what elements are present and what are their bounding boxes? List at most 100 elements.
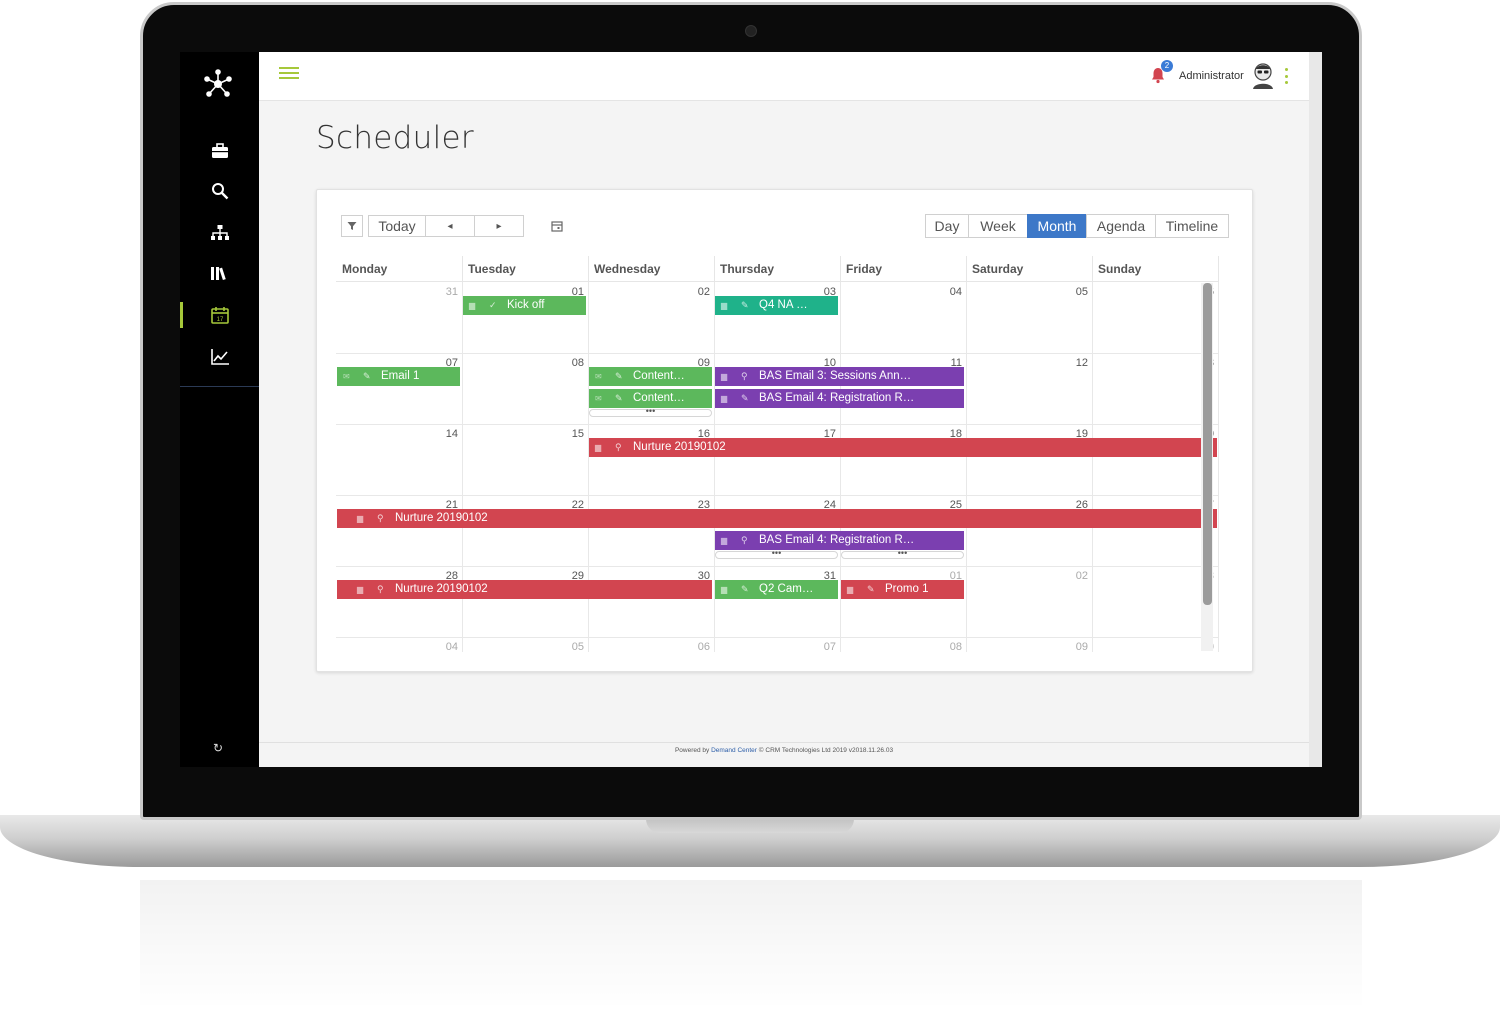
scheduler-card: Today ◂ ▸ Day Week Month Agenda Timeline…	[316, 189, 1253, 672]
day-cell[interactable]: 28	[336, 566, 463, 638]
day-number: 02	[697, 286, 710, 298]
today-button[interactable]: Today	[368, 215, 426, 237]
event-title: Q2 Cam…	[759, 583, 814, 595]
filter-button[interactable]	[341, 215, 363, 237]
sidebar-item-reports[interactable]	[180, 342, 259, 372]
day-cell[interactable]: 15	[462, 424, 589, 496]
event-bas-email-4[interactable]: ▆ ⚲ BAS Email 4: Registration R…	[715, 531, 964, 550]
hamburger-menu-icon[interactable]	[279, 67, 299, 81]
sidebar-item-hierarchy[interactable]	[180, 218, 259, 248]
day-number: 05	[1075, 286, 1088, 298]
day-cell[interactable]: 04	[840, 282, 967, 354]
event-nurture[interactable]: ▆ ⚲ Nurture 20190102	[337, 580, 712, 599]
day-cell[interactable]: 20	[1092, 424, 1219, 496]
event-nurture[interactable]: ▆ ⚲ Nurture 20190102	[589, 438, 1217, 457]
prev-button[interactable]: ◂	[425, 215, 475, 237]
event-nurture[interactable]: ▆ ⚲ Nurture 20190102	[337, 509, 1217, 528]
sidebar-item-campaigns[interactable]	[180, 136, 259, 166]
day-cell[interactable]: 31	[714, 566, 841, 638]
app-screen: 17 ↻ 2 Administrator Scheduler Today ◂ ▸…	[180, 52, 1322, 767]
page-scrollbar[interactable]	[1309, 52, 1322, 767]
day-cell[interactable]: 07	[714, 637, 841, 652]
day-number: 05	[571, 641, 584, 652]
day-cell[interactable]: 16	[588, 424, 715, 496]
user-name[interactable]: Administrator	[1179, 70, 1244, 82]
weekday-header: Saturday	[966, 256, 1093, 282]
day-cell[interactable]: 22	[462, 495, 589, 567]
day-cell[interactable]: 13	[1092, 353, 1219, 425]
day-cell[interactable]: 27	[1092, 495, 1219, 567]
day-number: 06	[697, 641, 710, 652]
refresh-icon[interactable]: ↻	[208, 738, 228, 758]
next-button[interactable]: ▸	[474, 215, 524, 237]
weekday-header: Friday	[840, 256, 967, 282]
network-logo-icon[interactable]	[202, 68, 234, 100]
day-cell[interactable]: 12	[966, 353, 1093, 425]
sidebar-item-library[interactable]	[180, 258, 259, 288]
event-promo-1[interactable]: ▆ ✎ Promo 1	[841, 580, 964, 599]
calendar-scrollbar[interactable]	[1201, 283, 1213, 651]
event-kick-off[interactable]: ▆ ✓ Kick off	[463, 296, 586, 315]
event-title: Promo 1	[885, 583, 929, 595]
day-cell[interactable]: 08	[462, 353, 589, 425]
day-cell[interactable]: 23	[588, 495, 715, 567]
day-cell[interactable]: 29	[462, 566, 589, 638]
sidebar-item-scheduler[interactable]: 17	[180, 300, 259, 330]
day-cell[interactable]: 17	[714, 424, 841, 496]
sidebar-item-search[interactable]	[180, 176, 259, 206]
day-cell[interactable]: 02	[588, 282, 715, 354]
event-q4-na[interactable]: ▆ ✎ Q4 NA …	[715, 296, 838, 315]
more-events-button[interactable]: •••	[841, 549, 964, 559]
day-cell[interactable]: 02	[966, 566, 1093, 638]
day-cell[interactable]: 06	[588, 637, 715, 652]
day-cell[interactable]: 31	[336, 282, 463, 354]
day-number: 12	[1075, 357, 1088, 369]
more-events-button[interactable]: •••	[715, 549, 838, 559]
day-cell[interactable]: 26	[966, 495, 1093, 567]
day-cell[interactable]: 03	[1092, 566, 1219, 638]
event-title: BAS Email 3: Sessions Ann…	[759, 370, 912, 382]
more-options-icon[interactable]	[1285, 68, 1289, 84]
event-q2-campaign[interactable]: ▆ ✎ Q2 Cam…	[715, 580, 838, 599]
view-day-button[interactable]: Day	[925, 214, 969, 238]
event-email-1[interactable]: ✉ ✎ Email 1	[337, 367, 460, 386]
event-bas-email-3[interactable]: ▆ ⚲ BAS Email 3: Sessions Ann…	[715, 367, 964, 386]
scrollbar-thumb[interactable]	[1203, 283, 1212, 605]
day-cell[interactable]: 14	[336, 424, 463, 496]
day-cell[interactable]: 05	[966, 282, 1093, 354]
event-title: Nurture 20190102	[395, 512, 488, 524]
day-number: 08	[949, 641, 962, 652]
day-cell[interactable]: 01	[840, 566, 967, 638]
day-cell[interactable]: 03	[714, 282, 841, 354]
view-week-button[interactable]: Week	[968, 214, 1028, 238]
page-title: Scheduler	[316, 120, 474, 156]
footer-brand-link[interactable]: Demand Center	[711, 747, 757, 754]
day-cell[interactable]: 04	[336, 637, 463, 652]
avatar[interactable]	[1251, 62, 1275, 90]
date-picker-icon[interactable]	[551, 219, 563, 237]
more-events-button[interactable]: •••	[589, 407, 712, 417]
view-month-button[interactable]: Month	[1027, 214, 1087, 238]
event-content[interactable]: ✉ ✎ Content…	[589, 367, 712, 386]
day-cell[interactable]: 21	[336, 495, 463, 567]
library-icon	[210, 267, 226, 281]
sidebar: 17 ↻	[180, 52, 259, 767]
day-cell[interactable]: 08	[840, 637, 967, 652]
day-cell[interactable]: 01	[462, 282, 589, 354]
day-cell[interactable]: 05	[462, 637, 589, 652]
calendar-icon: 17	[210, 307, 229, 324]
view-timeline-button[interactable]: Timeline	[1155, 214, 1229, 238]
notification-badge: 2	[1161, 60, 1173, 72]
day-cell[interactable]: 06	[1092, 282, 1219, 354]
day-cell[interactable]: 19	[966, 424, 1093, 496]
view-agenda-button[interactable]: Agenda	[1086, 214, 1156, 238]
day-cell[interactable]: 09	[966, 637, 1093, 652]
day-cell[interactable]: 18	[840, 424, 967, 496]
event-bas-email-4[interactable]: ▆ ✎ BAS Email 4: Registration R…	[715, 389, 964, 408]
chart-icon	[210, 349, 229, 365]
day-cell[interactable]: 30	[588, 566, 715, 638]
day-cell[interactable]: 07	[336, 353, 463, 425]
month-grid: Monday Tuesday Wednesday Thursday Friday…	[336, 256, 1221, 652]
day-number: 09	[1075, 641, 1088, 652]
day-cell[interactable]: 10	[1092, 637, 1219, 652]
